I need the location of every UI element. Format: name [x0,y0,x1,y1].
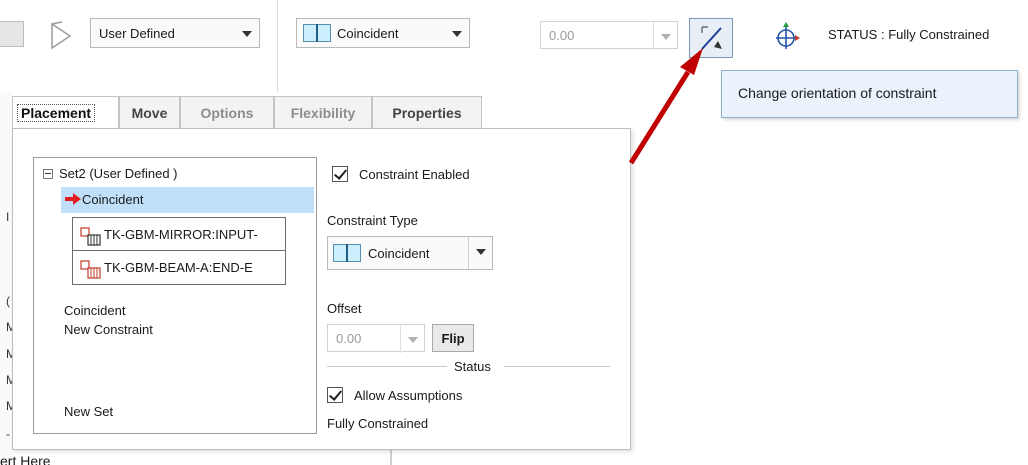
status-heading: Status [454,359,491,374]
tooltip: Change orientation of constraint [721,70,1018,118]
tab-options[interactable]: Options [180,96,274,128]
dashboard-tabs: Placement Move Options Flexibility Prope… [12,96,482,128]
tree-fragment: I [6,210,10,224]
tab-label: Move [131,105,168,121]
tree-fragment: - [6,427,10,441]
status-divider [327,366,447,367]
constraint-type-value: Coincident [337,26,399,41]
chevron-down-icon[interactable] [468,237,492,269]
placement-panel: Set2 (User Defined ) Coincident TK-GBM-M… [12,128,631,450]
reference-collector[interactable]: TK-GBM-BEAM-A:END-E [72,250,286,285]
constraint-type-select[interactable]: Coincident [327,236,493,270]
tooltip-text: Change orientation of constraint [738,85,937,101]
new-constraint-item[interactable]: New Constraint [64,322,153,337]
constraint-enabled-checkbox[interactable] [332,166,348,182]
collapse-icon[interactable] [43,169,53,179]
insert-here-label: ert Here [0,453,51,465]
tab-label: Flexibility [290,105,356,121]
component-icon[interactable] [0,21,24,47]
offset-input-value: 0.00 [336,331,362,346]
tab-placement[interactable]: Placement [12,96,119,128]
constraint-type-dropdown[interactable]: Coincident [296,18,470,48]
toolbar-divider [277,0,278,92]
allow-assumptions-checkbox[interactable] [327,387,343,403]
offset-dropdown[interactable]: 0.00 [540,21,678,50]
set-type-value: User Defined [99,26,175,41]
status-icon [776,22,800,49]
chevron-down-icon[interactable] [653,22,677,50]
set-type-dropdown[interactable]: User Defined [90,18,260,48]
tab-properties[interactable]: Properties [372,96,482,128]
flip-orientation-icon [701,26,722,50]
tab-label: Placement [17,104,96,122]
set-label[interactable]: Set2 (User Defined ) [59,166,178,181]
constraint-item[interactable]: Coincident [64,303,125,318]
tab-flexibility[interactable]: Flexibility [274,96,372,128]
flip-button-label: Flip [441,331,465,346]
status-value: Fully Constrained [327,416,429,431]
constraint-set-list[interactable]: Set2 (User Defined ) Coincident TK-GBM-M… [33,157,317,434]
tree-fragment: ( [6,294,10,308]
flip-button[interactable]: Flip [432,324,474,352]
chevron-down-icon[interactable] [445,19,469,47]
tab-label: Properties [392,105,462,121]
status-text: STATUS : Fully Constrained [828,27,990,42]
constraint-enabled-label: Constraint Enabled [359,167,470,182]
part-icon [80,260,101,279]
coincident-icon [333,244,361,262]
change-orientation-button[interactable] [689,18,733,58]
offset-input[interactable]: 0.00 [327,324,425,353]
constraint-selected-row[interactable]: Coincident [61,187,314,213]
chevron-down-icon[interactable] [235,19,259,47]
reference-text: TK-GBM-BEAM-A:END-E [104,260,253,275]
tab-move[interactable]: Move [119,96,180,128]
reference-text: TK-GBM-MIRROR:INPUT- [104,227,258,242]
new-set-item[interactable]: New Set [64,404,113,419]
offset-label: Offset [327,301,362,316]
constraint-type-label: Constraint Type [327,213,418,228]
coincident-icon [303,24,331,42]
allow-assumptions-label: Allow Assumptions [354,388,463,403]
arrow-right-icon [65,193,81,205]
chevron-down-icon[interactable] [400,325,424,353]
part-icon [80,227,101,246]
tab-label: Options [200,105,254,121]
constraint-name: Coincident [82,192,144,207]
model-tree-edge: I ( M M M M - [0,92,16,465]
user-defined-set-icon [51,21,72,50]
constraint-type-select-value: Coincident [368,246,430,261]
reference-collector[interactable]: TK-GBM-MIRROR:INPUT- [72,217,286,252]
status-divider [504,366,610,367]
offset-value: 0.00 [549,28,575,43]
